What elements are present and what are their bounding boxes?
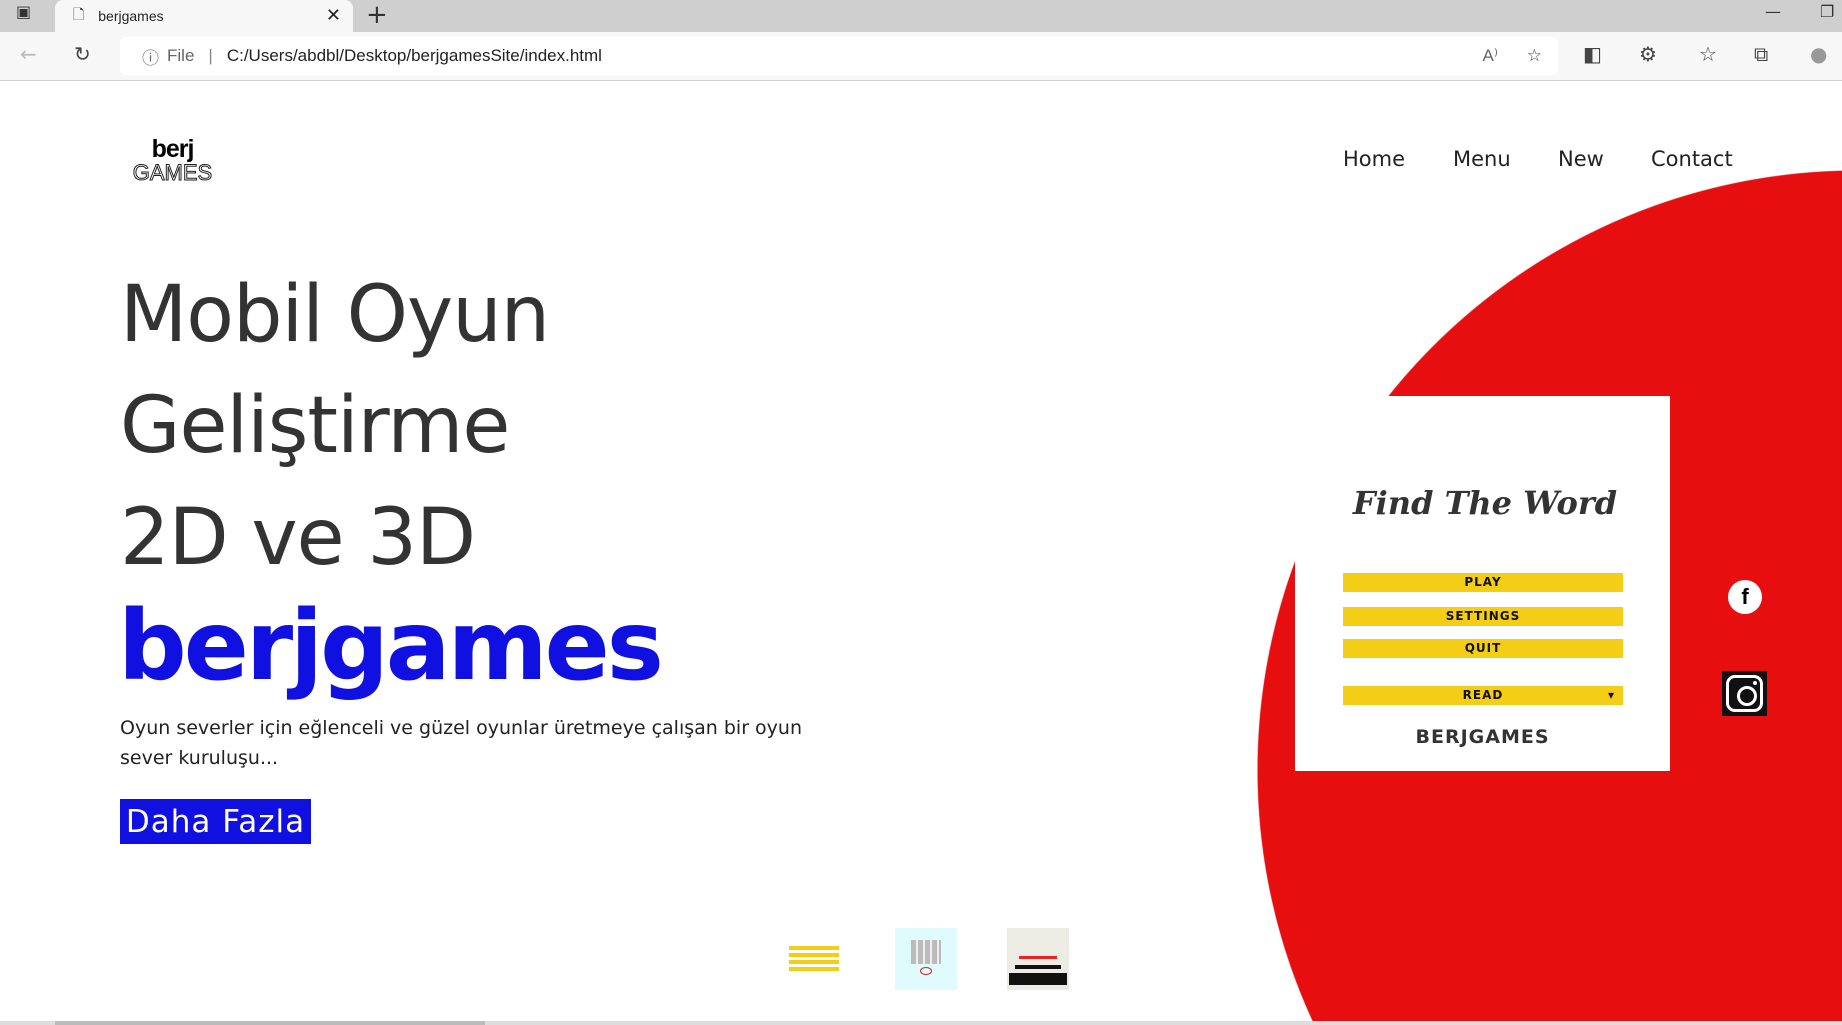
- logo-bottom: GAMES: [132, 160, 213, 186]
- read-bar: READ ▾: [1343, 686, 1623, 705]
- game-title: Find The Word: [1352, 484, 1618, 522]
- thumbnail-find-the-word[interactable]: [783, 928, 845, 990]
- quit-bar: QUIT: [1343, 639, 1623, 658]
- hero-description: Oyun severler için eğlenceli ve güzel oy…: [120, 717, 802, 769]
- new-tab-icon[interactable]: +: [366, 0, 388, 30]
- address-bar[interactable]: ⓘ File | C:/Users/abdbl/Desktop/berjgame…: [120, 37, 1558, 75]
- hero-brand: berjgames: [118, 590, 664, 702]
- favorite-icon[interactable]: ☆: [1527, 46, 1542, 66]
- url-text: C:/Users/abdbl/Desktop/berjgamesSite/ind…: [226, 46, 602, 65]
- nav-contact[interactable]: Contact: [1651, 147, 1733, 171]
- profile-avatar[interactable]: ●: [1810, 42, 1827, 66]
- restore-icon[interactable]: ❐: [1820, 2, 1834, 21]
- extension-icon[interactable]: ◧: [1583, 42, 1602, 66]
- thumbnail-game-screen[interactable]: [1007, 928, 1069, 990]
- tab-title: berjgames: [98, 8, 164, 24]
- back-icon[interactable]: ←: [20, 42, 37, 66]
- hero-line-2: Geliştirme: [120, 381, 510, 471]
- favorites-icon[interactable]: ☆: [1699, 42, 1717, 66]
- sidebar-toggle-icon[interactable]: ▣: [16, 2, 31, 21]
- nav-new[interactable]: New: [1558, 147, 1604, 171]
- trophy-icon: ▾: [1607, 688, 1615, 702]
- scrollbar-thumb[interactable]: [55, 1021, 485, 1025]
- reload-icon[interactable]: ↻: [74, 42, 91, 66]
- instagram-icon[interactable]: [1722, 671, 1767, 716]
- settings-bar: SETTINGS: [1343, 607, 1623, 626]
- page-icon: 🗋: [73, 6, 85, 22]
- address-toolbar: ← ↻ ⓘ File | C:/Users/abdbl/Desktop/berj…: [0, 32, 1842, 81]
- url-prefix: File: [167, 46, 195, 65]
- game-brand: BERJGAMES: [1415, 726, 1550, 748]
- collections-icon[interactable]: ⧉: [1754, 42, 1768, 66]
- tab-bar: ▣ 🗋 berjgames ✕ + — ❐: [0, 0, 1842, 32]
- hero-line-1: Mobil Oyun: [120, 270, 550, 360]
- logo[interactable]: berj GAMES: [125, 135, 220, 186]
- horizontal-scrollbar[interactable]: [0, 1021, 1842, 1025]
- info-icon[interactable]: ⓘ: [142, 44, 159, 69]
- nav-menu[interactable]: Menu: [1453, 147, 1511, 171]
- hero-line-3: 2D ve 3D: [120, 493, 476, 583]
- game-preview-card: Find The Word PLAY SETTINGS QUIT READ ▾ B…: [1295, 396, 1670, 771]
- read-label: READ: [1462, 688, 1504, 702]
- facebook-icon[interactable]: f: [1728, 580, 1762, 614]
- extensions-icon[interactable]: ⚙: [1639, 42, 1657, 66]
- more-button[interactable]: Daha Fazla: [120, 799, 311, 844]
- thumbnail-word-grid[interactable]: [895, 928, 957, 990]
- read-aloud-icon[interactable]: A⁾: [1482, 46, 1498, 66]
- play-bar: PLAY: [1343, 573, 1623, 592]
- minimize-icon[interactable]: —: [1765, 2, 1781, 21]
- url-divider: |: [208, 46, 213, 65]
- nav-home[interactable]: Home: [1343, 147, 1405, 171]
- close-tab-icon[interactable]: ✕: [326, 5, 341, 26]
- browser-tab[interactable]: 🗋 berjgames ✕: [55, 0, 353, 32]
